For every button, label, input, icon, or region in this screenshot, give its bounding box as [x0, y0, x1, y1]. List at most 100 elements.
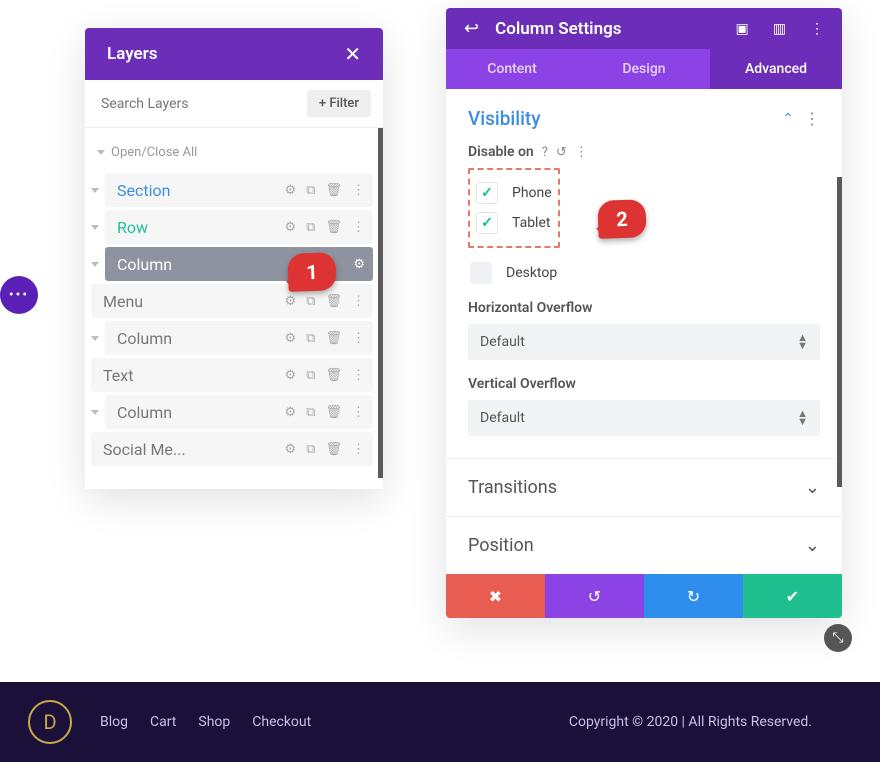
tree-row-social[interactable]: Social Me... ⚙ ⧉ 🗑 ⋮	[91, 432, 383, 466]
gear-icon[interactable]: ⚙	[285, 368, 297, 383]
more-icon[interactable]: ⋮	[804, 109, 820, 128]
open-close-label: Open/Close All	[111, 145, 197, 160]
more-icon[interactable]: ⋮	[352, 294, 365, 309]
duplicate-icon[interactable]: ⧉	[306, 294, 315, 309]
settings-header: ↩ Column Settings ▣ ▥ ⋮	[446, 8, 842, 49]
tablet-label: Tablet	[512, 215, 550, 231]
focus-icon[interactable]: ▣	[736, 21, 749, 37]
duplicate-icon[interactable]: ⧉	[306, 183, 315, 198]
copyright: Copyright © 2020 | All Rights Reserved.	[569, 714, 812, 730]
trash-icon[interactable]: 🗑	[325, 294, 342, 309]
footer-link-cart[interactable]: Cart	[150, 714, 176, 730]
more-icon[interactable]: ⋮	[352, 368, 365, 383]
caret-icon	[97, 150, 105, 155]
tree-row-row[interactable]: Row ⚙ ⧉ 🗑 ⋮	[91, 210, 383, 244]
gear-icon[interactable]: ⚙	[285, 405, 297, 420]
check-tablet[interactable]: ✓ Tablet	[476, 212, 552, 234]
undo-button[interactable]: ↺	[545, 574, 644, 618]
duplicate-icon[interactable]: ⧉	[306, 220, 315, 235]
checkbox-tablet[interactable]: ✓	[476, 212, 498, 234]
tree-row-column-3[interactable]: Column ⚙ ⧉ 🗑 ⋮	[91, 395, 383, 429]
footer-link-blog[interactable]: Blog	[100, 714, 128, 730]
trash-icon[interactable]: 🗑	[325, 442, 342, 457]
tree-row-text[interactable]: Text ⚙ ⧉ 🗑 ⋮	[91, 358, 383, 392]
position-section[interactable]: Position ⌄	[446, 516, 842, 574]
tree-row-column-2[interactable]: Column ⚙ ⧉ 🗑 ⋮	[91, 321, 383, 355]
horizontal-overflow-select[interactable]: Default ▲▼	[468, 324, 820, 360]
more-icon[interactable]: ⋮	[352, 442, 365, 457]
tab-advanced[interactable]: Advanced	[710, 49, 842, 89]
duplicate-icon[interactable]: ⧉	[306, 405, 315, 420]
tab-content[interactable]: Content	[446, 49, 578, 89]
save-button[interactable]: ✔	[743, 574, 842, 618]
gear-icon[interactable]: ⚙	[285, 294, 297, 309]
duplicate-icon[interactable]: ⧉	[306, 331, 315, 346]
column-label: Column	[117, 403, 285, 422]
more-icon[interactable]: ⋮	[352, 220, 365, 235]
tree-row-menu[interactable]: Menu ⚙ ⧉ 🗑 ⋮	[91, 284, 383, 318]
duplicate-icon[interactable]: ⧉	[306, 368, 315, 383]
close-icon[interactable]: ✕	[344, 42, 361, 66]
gear-icon[interactable]: ⚙	[285, 183, 297, 198]
tab-design[interactable]: Design	[578, 49, 710, 89]
gear-icon[interactable]: ⚙	[353, 257, 365, 272]
more-icon[interactable]: ⋮	[575, 145, 588, 160]
more-icon[interactable]: ⋮	[810, 21, 824, 37]
gear-icon[interactable]: ⚙	[285, 442, 297, 457]
open-close-all[interactable]: Open/Close All	[95, 134, 383, 170]
tree-row-section[interactable]: Section ⚙ ⧉ 🗑 ⋮	[91, 173, 383, 207]
settings-title: Column Settings	[495, 19, 711, 39]
back-icon[interactable]: ↩	[464, 18, 479, 39]
scrollbar[interactable]	[837, 177, 842, 487]
columns-icon[interactable]: ▥	[773, 21, 786, 37]
gear-icon[interactable]: ⚙	[285, 220, 297, 235]
scrollbar[interactable]	[378, 128, 383, 478]
footer-link-shop[interactable]: Shop	[198, 714, 230, 730]
social-label: Social Me...	[103, 440, 285, 459]
more-icon[interactable]: ⋮	[352, 405, 365, 420]
chevron-up-icon[interactable]: ⌃	[782, 111, 794, 127]
trash-icon[interactable]: 🗑	[325, 331, 342, 346]
visibility-section-header[interactable]: Visibility ⌃ ⋮	[468, 107, 820, 130]
position-label: Position	[468, 535, 534, 556]
gear-icon[interactable]: ⚙	[285, 331, 297, 346]
settings-panel: ↩ Column Settings ▣ ▥ ⋮ Content Design A…	[446, 8, 842, 618]
floating-menu-button[interactable]: •••	[0, 276, 38, 314]
more-icon[interactable]: ⋮	[352, 183, 365, 198]
expand-icon[interactable]: ⤡	[824, 624, 852, 652]
redo-button[interactable]: ↻	[644, 574, 743, 618]
logo[interactable]: D	[28, 700, 72, 744]
more-icon[interactable]: ⋮	[352, 331, 365, 346]
vertical-overflow-select[interactable]: Default ▲▼	[468, 400, 820, 436]
tree-row-column-1[interactable]: Column ⚙	[91, 247, 383, 281]
trash-icon[interactable]: 🗑	[325, 405, 342, 420]
chevron-down-icon: ⌄	[805, 535, 820, 556]
footer-actions: ✖ ↺ ↻ ✔	[446, 574, 842, 618]
caret-icon	[91, 225, 99, 230]
callout-1-number: 1	[306, 260, 318, 284]
settings-tabs: Content Design Advanced	[446, 49, 842, 89]
trash-icon[interactable]: 🗑	[325, 220, 342, 235]
footer-link-checkout[interactable]: Checkout	[252, 714, 311, 730]
checkbox-desktop[interactable]	[470, 262, 492, 284]
caret-icon	[91, 262, 99, 267]
search-input[interactable]	[101, 96, 307, 112]
check-desktop[interactable]: Desktop	[470, 262, 820, 284]
trash-icon[interactable]: 🗑	[325, 368, 342, 383]
disable-on-text: Disable on	[468, 144, 534, 160]
reset-icon[interactable]: ↺	[556, 145, 567, 160]
desktop-label: Desktop	[506, 265, 557, 281]
section-label: Section	[117, 181, 285, 200]
check-phone[interactable]: ✓ Phone	[476, 182, 552, 204]
site-footer: D Blog Cart Shop Checkout Copyright © 20…	[0, 682, 880, 762]
trash-icon[interactable]: 🗑	[325, 183, 342, 198]
help-icon[interactable]: ?	[542, 145, 548, 160]
layers-panel: Layers ✕ + Filter Open/Close All Section…	[85, 28, 383, 489]
discard-button[interactable]: ✖	[446, 574, 545, 618]
duplicate-icon[interactable]: ⧉	[306, 442, 315, 457]
text-label: Text	[103, 366, 285, 385]
checkbox-phone[interactable]: ✓	[476, 182, 498, 204]
filter-button[interactable]: + Filter	[307, 90, 371, 117]
caret-icon	[91, 336, 99, 341]
transitions-section[interactable]: Transitions ⌄	[446, 458, 842, 516]
